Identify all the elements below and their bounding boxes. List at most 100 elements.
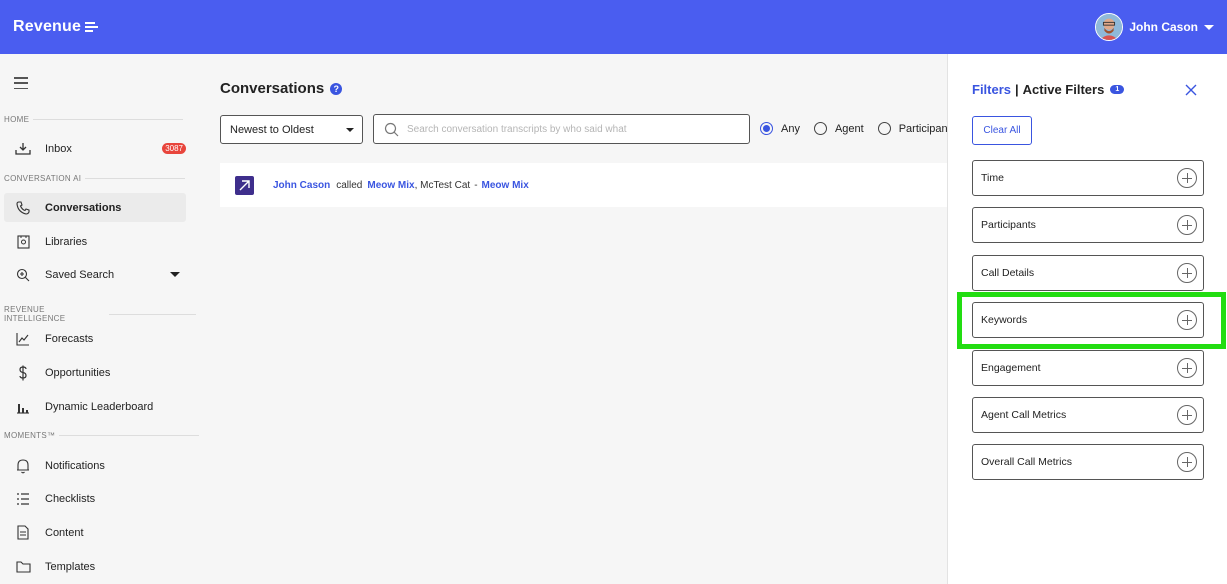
folder-icon [15,559,31,575]
sort-order-value: Newest to Oldest [230,123,314,136]
radio-label: Agent [834,122,864,135]
filter-label: Agent Call Metrics [981,409,1067,421]
radio-button-selected[interactable] [760,122,773,135]
filter-label: Call Details [981,267,1035,279]
sidebar-item-label: Conversations [45,201,122,214]
bar-chart-icon [15,399,31,415]
plus-circle-icon[interactable] [1177,310,1197,330]
filter-label: Overall Call Metrics [981,456,1073,468]
radio-agent[interactable]: Agent [813,122,864,135]
filter-keywords[interactable]: Keywords [972,302,1204,338]
sidebar-item-checklists[interactable]: Checklists [4,484,186,513]
filter-participants[interactable]: Participants [972,207,1204,243]
filters-separator: | [1015,82,1019,97]
sidebar-item-conversations[interactable]: Conversations [4,193,186,222]
filters-tab[interactable]: Filters [972,82,1011,97]
search-icon [384,122,399,136]
sidebar-item-label: Saved Search [45,268,115,281]
bell-icon [15,458,31,474]
filter-call-details[interactable]: Call Details [972,255,1204,291]
search-plus-icon [15,267,31,283]
chevron-down-icon [346,127,354,132]
plus-circle-icon[interactable] [1177,358,1197,378]
sidebar-item-libraries[interactable]: Libraries [4,227,186,256]
filter-agent-call-metrics[interactable]: Agent Call Metrics [972,397,1204,433]
plus-circle-icon[interactable] [1177,263,1197,283]
avatar [1095,13,1124,41]
account-link[interactable]: Meow Mix [482,180,529,191]
plus-circle-icon[interactable] [1177,168,1197,188]
page-title: Conversations ? [220,80,343,97]
radio-button[interactable] [813,122,827,135]
sidebar-item-label: Content [45,526,84,539]
radio-label: Participant [898,122,951,135]
brand-name: Revenue [13,18,82,35]
phone-icon [15,200,31,216]
chevron-down-icon [1204,24,1214,30]
callee-link[interactable]: Meow Mix [367,180,414,191]
radio-label: Any [781,122,800,135]
filters-header: Filters | Active Filters 1 [972,82,1125,97]
plus-circle-icon[interactable] [1177,215,1197,235]
help-icon[interactable]: ? [330,82,343,95]
document-icon [15,525,31,541]
transcript-search[interactable] [373,114,750,144]
conversation-row[interactable]: John Cason called Meow Mix , McTest Cat … [220,163,947,207]
filter-engagement[interactable]: Engagement [972,350,1204,386]
checklist-icon [15,491,31,507]
radio-participant[interactable]: Participant [877,122,951,135]
sidebar-item-content[interactable]: Content [4,518,186,547]
section-label-conversation-ai: CONVERSATION AI [4,174,185,183]
close-icon[interactable] [1184,83,1198,97]
caller-link[interactable]: John Cason [273,180,330,191]
other-participants: , McTest Cat [414,179,471,191]
sidebar-item-label: Libraries [45,235,88,248]
separator-dash: - [474,179,478,191]
sidebar-item-label: Checklists [45,492,96,505]
filter-label: Time [981,172,1004,184]
clear-all-button[interactable]: Clear All [972,116,1032,145]
sidebar-item-saved-search[interactable]: Saved Search [4,260,186,289]
page-title-text: Conversations [220,80,325,97]
sidebar-item-forecasts[interactable]: Forecasts [4,324,186,353]
dollar-icon [15,365,31,381]
filter-label: Keywords [981,314,1028,326]
inbox-icon [15,141,31,157]
brand-logo[interactable]: Revenue [13,18,99,36]
sidebar-item-label: Forecasts [45,332,94,345]
sidebar-item-opportunities[interactable]: Opportunities [4,358,186,387]
filter-label: Participants [981,219,1036,231]
sidebar-item-label: Opportunities [45,366,111,379]
sidebar-item-label: Templates [45,560,96,573]
main-content: Conversations ? Newest to Oldest Any Age… [196,54,951,584]
inbox-count-badge: 3087 [162,143,186,154]
user-avatar-icon [1096,14,1123,40]
filter-time[interactable]: Time [972,160,1204,196]
sidebar-item-notifications[interactable]: Notifications [4,451,186,480]
library-icon [15,234,31,250]
sidebar-item-templates[interactable]: Templates [4,552,186,581]
speaker-radio-group: Any Agent Participant [760,122,965,135]
sort-order-select[interactable]: Newest to Oldest [220,115,363,144]
call-verb: called [336,179,363,191]
outbound-call-icon [235,175,254,195]
search-input[interactable] [407,123,749,135]
line-chart-icon [15,331,31,347]
plus-circle-icon[interactable] [1177,452,1197,472]
plus-circle-icon[interactable] [1177,405,1197,425]
chevron-down-icon[interactable] [170,272,180,277]
active-filters-tab[interactable]: Active Filters [1023,82,1105,97]
hamburger-menu-icon[interactable] [14,77,28,89]
sidebar-item-dynamic-leaderboard[interactable]: Dynamic Leaderboard [4,392,186,421]
radio-any[interactable]: Any [760,122,800,135]
sidebar-item-inbox[interactable]: Inbox 3087 [4,134,186,163]
brand-lines-icon [85,22,99,32]
radio-button[interactable] [877,122,891,135]
section-label-home: HOME [4,115,183,124]
section-label-moments: MOMENTS™ [4,431,199,440]
sidebar: HOME Inbox 3087 CONVERSATION AI Conversa… [0,54,196,584]
user-name: John Cason [1129,20,1198,34]
sidebar-item-label: Notifications [45,459,105,472]
filter-overall-call-metrics[interactable]: Overall Call Metrics [972,444,1204,480]
user-menu[interactable]: John Cason [1095,13,1214,41]
